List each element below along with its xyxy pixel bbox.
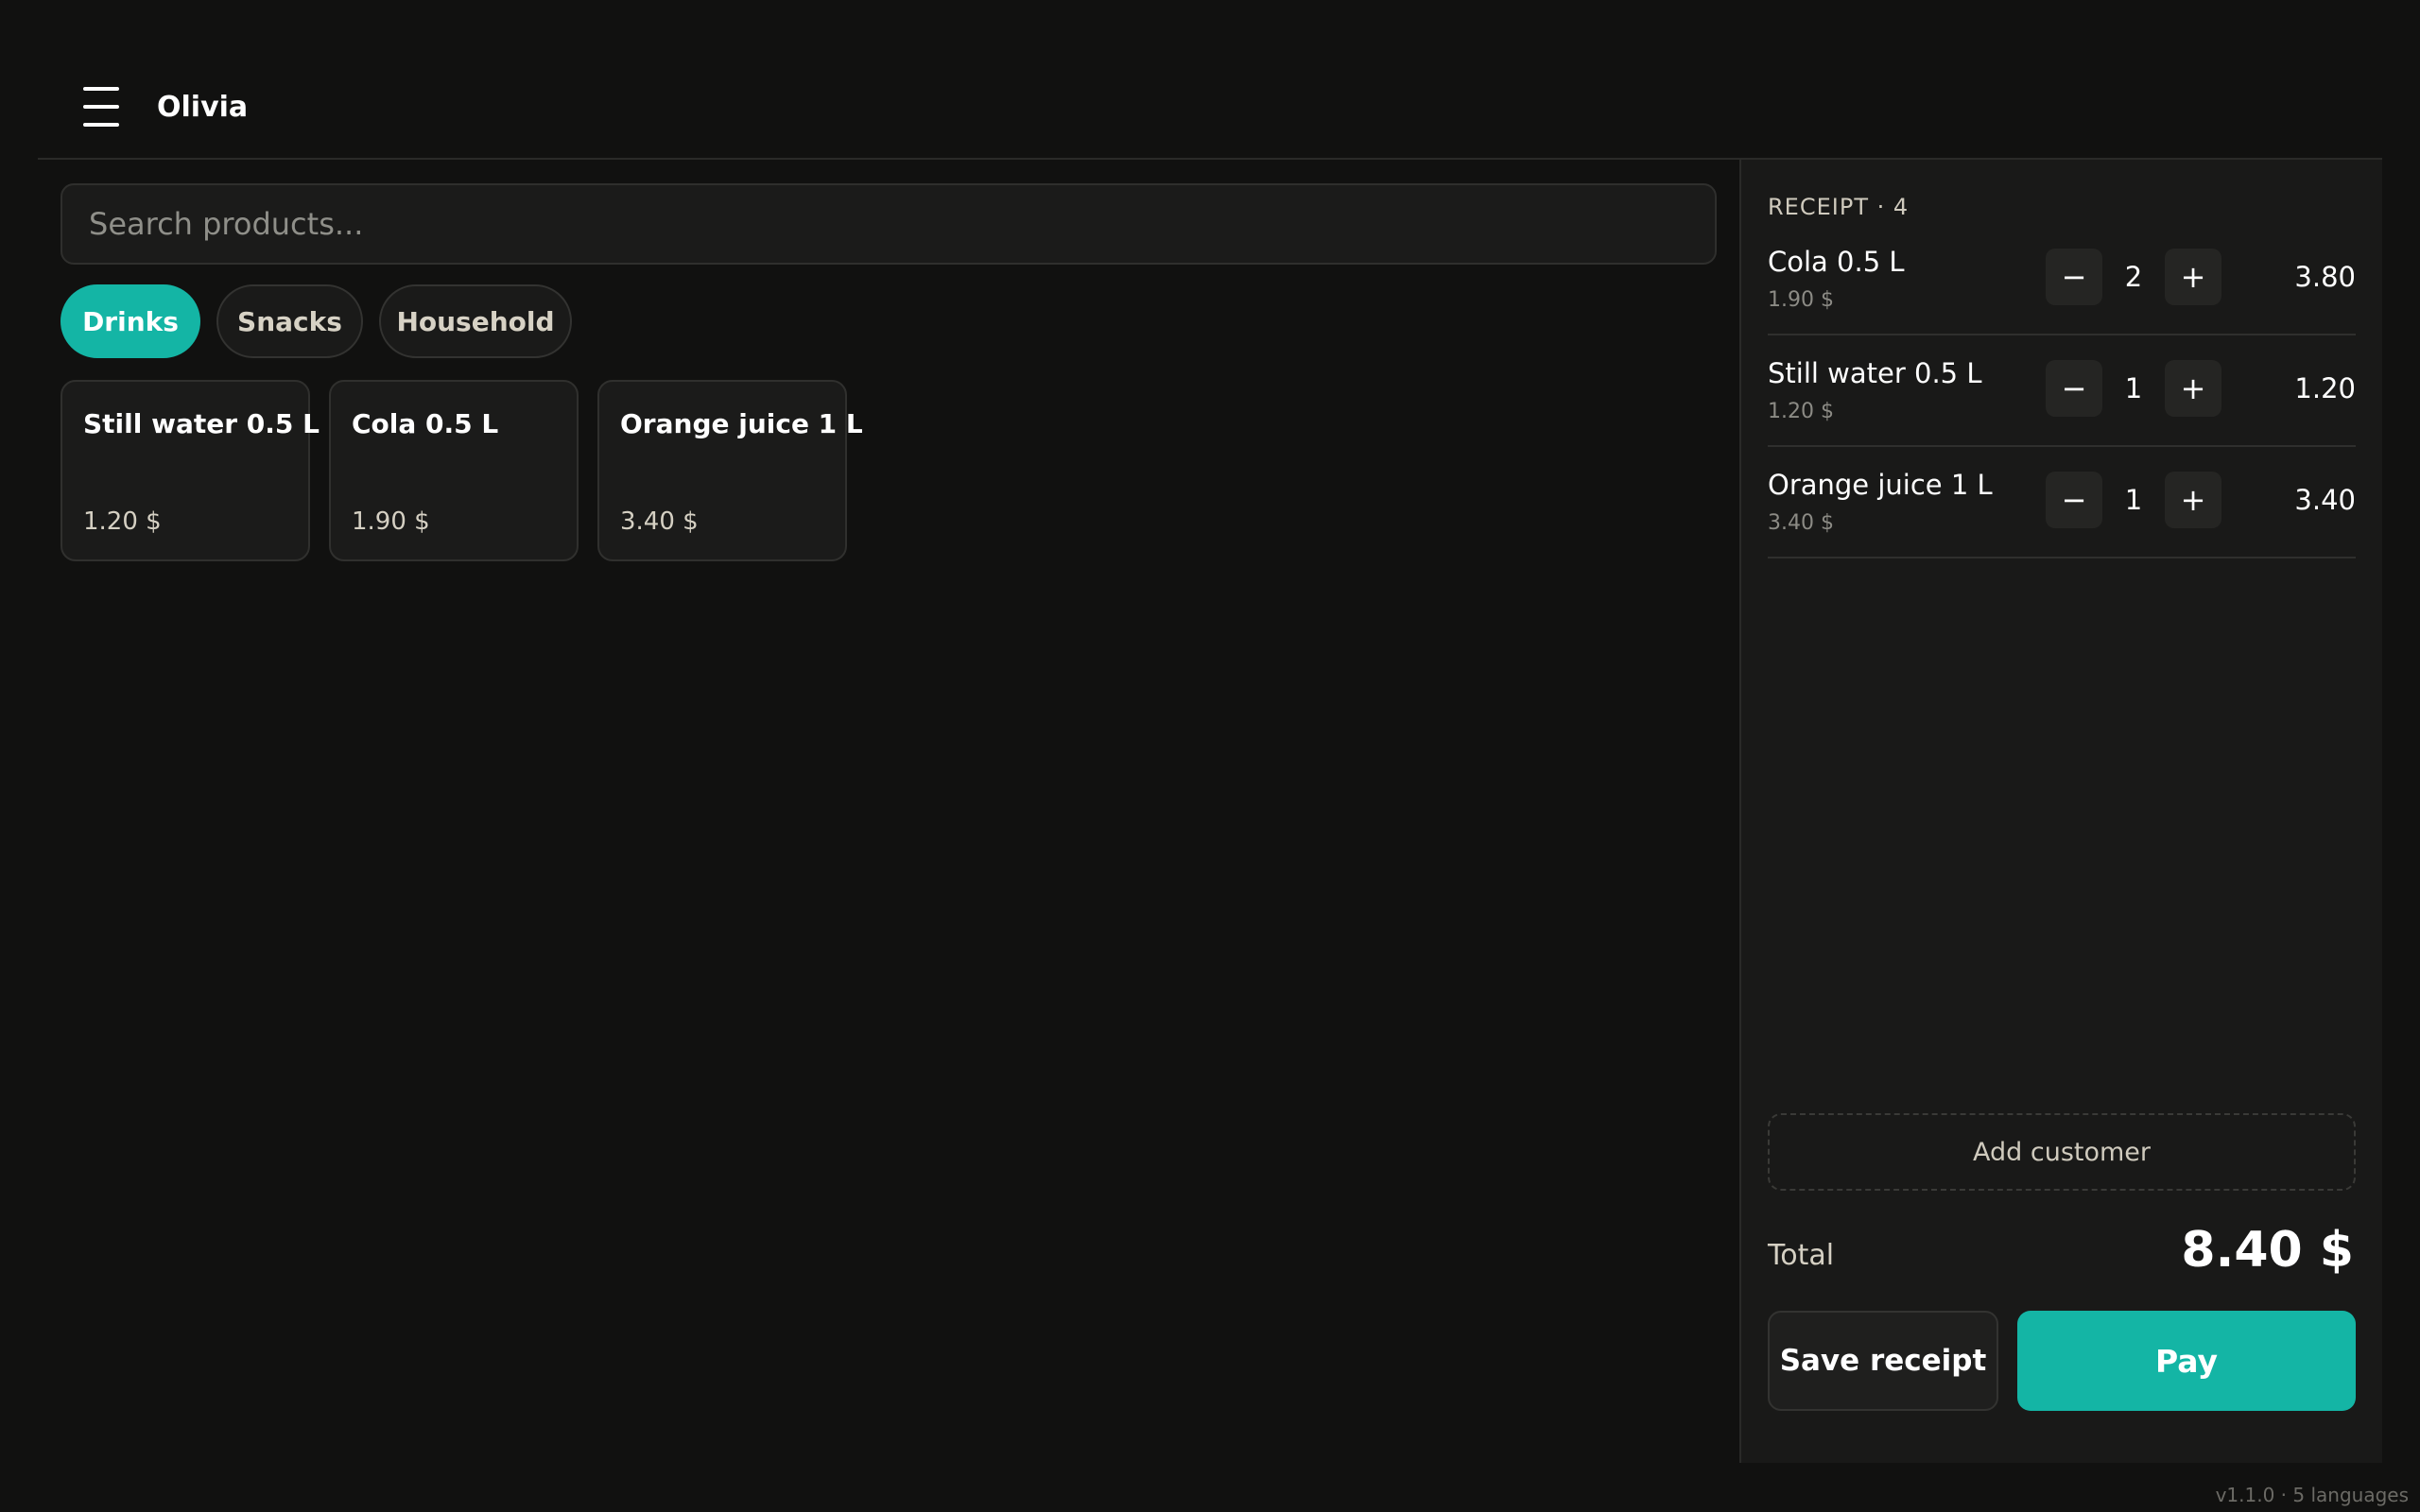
product-price: 1.20 $ [83,507,162,536]
receipt-line: Still water 0.5 L 1.20 $ − 1 + 1.20 [1768,335,2356,447]
category-chip-household[interactable]: Household [379,284,572,358]
product-card[interactable]: Orange juice 1 L 3.40 $ [597,380,863,561]
hamburger-menu-icon[interactable] [83,87,119,127]
category-chip-drinks[interactable]: Drinks [60,284,200,358]
search-input[interactable] [60,183,1717,265]
product-card[interactable]: Cola 0.5 L 1.90 $ [329,380,579,561]
total-value: 8.40 $ [2181,1222,2354,1279]
receipt-line: Orange juice 1 L 3.40 $ − 1 + 3.40 [1768,447,2356,558]
product-name: Still water 0.5 L [83,408,320,439]
version-info: v1.1.0 · 5 languages [2215,1484,2409,1506]
line-item-total: 1.20 [2294,372,2356,404]
line-item-name: Still water 0.5 L [1768,357,1982,389]
product-name: Cola 0.5 L [352,408,499,439]
pos-app: Olivia Drinks Snacks Household Still wat… [38,0,2382,1463]
total-label: Total [1768,1239,1835,1272]
qty-value: 2 [2124,261,2143,293]
line-item-unit-price: 1.20 $ [1768,400,1834,423]
qty-value: 1 [2124,484,2143,516]
line-item-total: 3.40 [2294,484,2356,516]
product-price: 1.90 $ [352,507,430,536]
product-card[interactable]: Still water 0.5 L 1.20 $ [60,380,320,561]
line-item-total: 3.80 [2294,261,2356,293]
qty-increase-button[interactable]: + [2165,472,2221,528]
user-name: Olivia [157,91,249,124]
save-receipt-button[interactable]: Save receipt [1768,1311,1998,1411]
add-customer-button[interactable]: Add customer [1768,1113,2356,1191]
qty-increase-button[interactable]: + [2165,360,2221,417]
qty-decrease-button[interactable]: − [2046,360,2102,417]
qty-decrease-button[interactable]: − [2046,249,2102,305]
line-item-unit-price: 1.90 $ [1768,288,1834,312]
header: Olivia [38,0,2382,160]
product-name: Orange juice 1 L [620,408,863,439]
pay-button[interactable]: Pay [2017,1311,2356,1411]
qty-value: 1 [2124,372,2143,404]
receipt-line: Cola 0.5 L 1.90 $ − 2 + 3.80 [1768,224,2356,335]
qty-decrease-button[interactable]: − [2046,472,2102,528]
receipt-panel: RECEIPT · 4 Cola 0.5 L 1.90 $ − 2 + 3.80… [1739,160,2382,1463]
line-item-name: Cola 0.5 L [1768,246,1905,278]
product-price: 3.40 $ [620,507,699,536]
category-chip-snacks[interactable]: Snacks [216,284,363,358]
line-item-name: Orange juice 1 L [1768,469,1993,501]
qty-increase-button[interactable]: + [2165,249,2221,305]
receipt-title: RECEIPT · 4 [1768,194,1910,220]
line-item-unit-price: 3.40 $ [1768,511,1834,535]
